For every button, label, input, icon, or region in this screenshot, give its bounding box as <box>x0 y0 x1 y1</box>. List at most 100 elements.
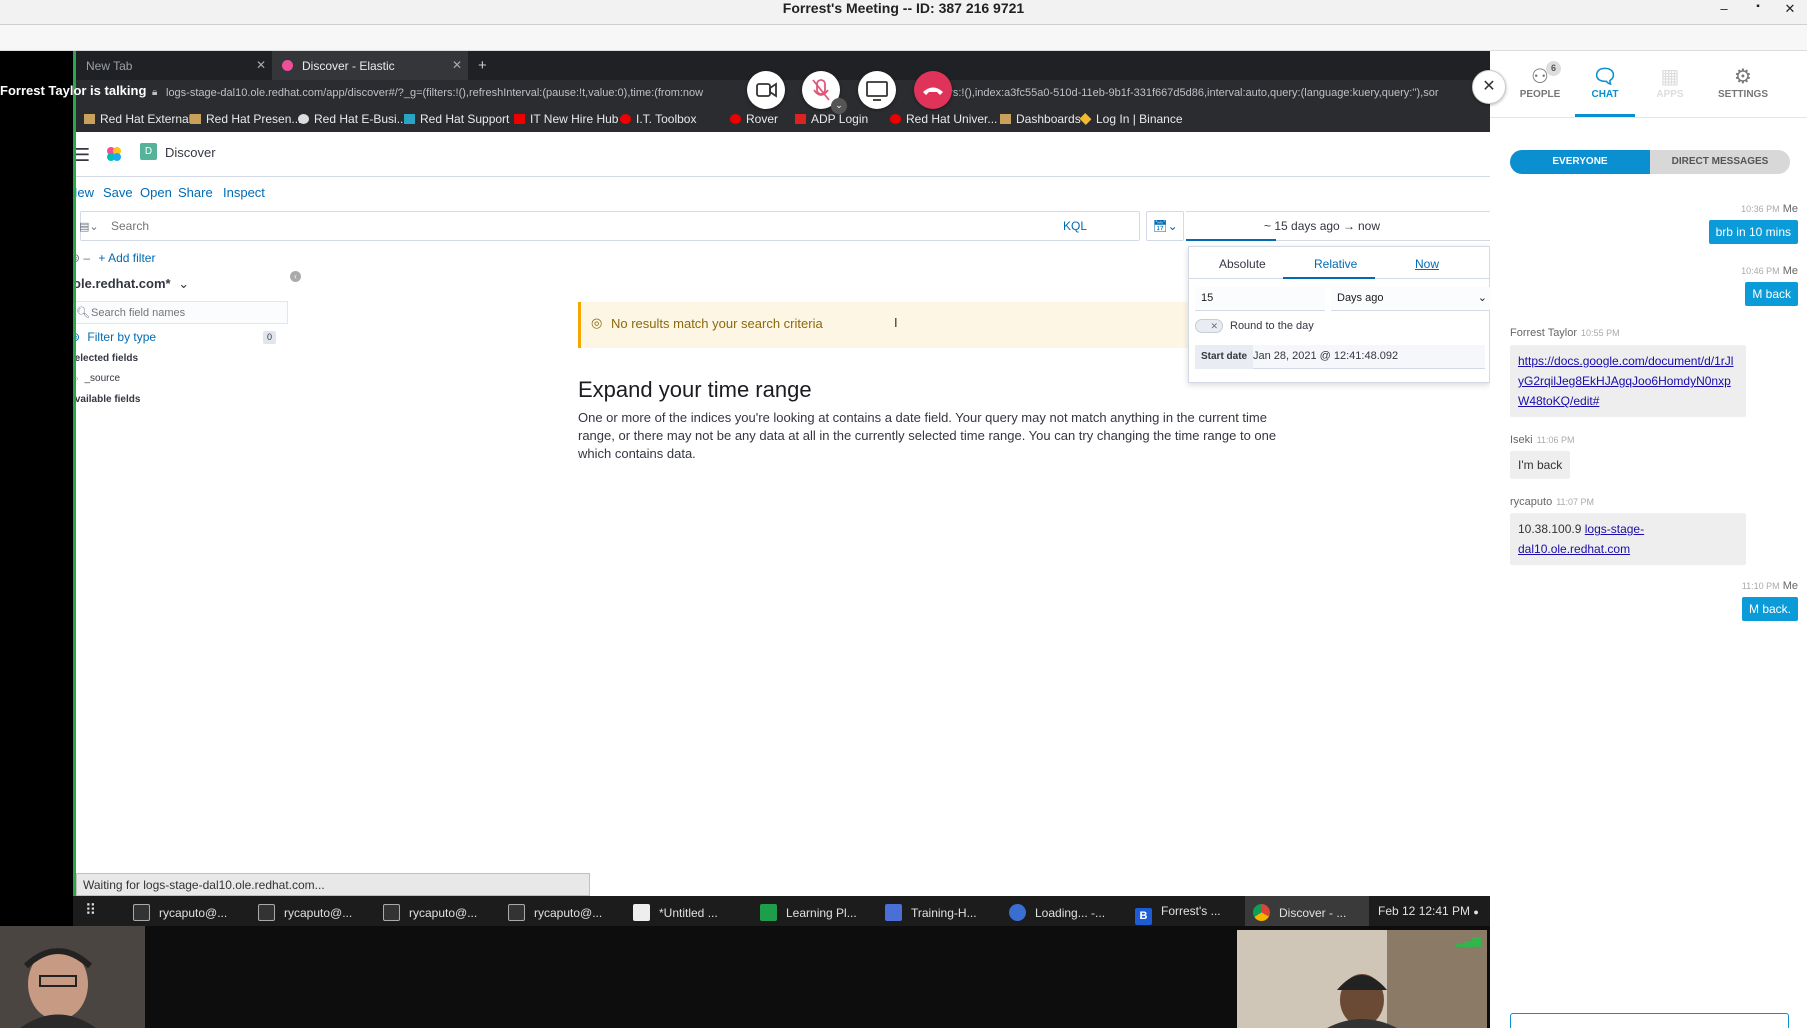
expand-time-body: One or more of the indices you're lookin… <box>578 410 1277 461</box>
menu-save[interactable]: Save <box>103 185 133 200</box>
bookmark-item[interactable]: Red Hat Univer... <box>890 112 997 126</box>
message-sender: Me <box>1782 203 1798 215</box>
query-bar: ▤⌄ KQL <box>79 211 1140 241</box>
close-tab-icon[interactable]: ✕ <box>256 58 266 72</box>
time-end[interactable]: now <box>1358 219 1380 233</box>
taskbar-item[interactable]: Loading... -... <box>1009 896 1105 926</box>
bookmark-label: Red Hat Univer... <box>906 112 998 126</box>
taskbar-item[interactable]: rycaputo@... <box>258 896 352 926</box>
end-call-button[interactable] <box>914 71 952 109</box>
new-tab-button[interactable]: + <box>478 57 487 74</box>
taskbar-item[interactable]: rycaputo@... <box>133 896 227 926</box>
message-sender: Iseki <box>1510 434 1533 446</box>
self-video-tile <box>0 926 145 1028</box>
kql-toggle[interactable]: KQL <box>1063 219 1087 233</box>
taskbar-item[interactable]: Training-H... <box>885 896 977 926</box>
callout-text: No results match your search criteria <box>611 316 823 331</box>
shared-browser-window: New Tab ✕ Discover - Elastic ✕ + 🔒︎ logs-s… <box>76 51 1490 896</box>
relative-unit-select[interactable]: Days ago ⌄ <box>1331 287 1490 311</box>
filter-by-type-button[interactable]: ⊜ Filter by type <box>76 330 156 344</box>
bookmark-label: I.T. Toolbox <box>636 112 697 126</box>
close-window-button[interactable]: ✕ <box>1780 1 1800 17</box>
bookmark-item[interactable]: Rover <box>730 112 778 126</box>
minimize-button[interactable]: – <box>1714 1 1734 16</box>
search-icon: 🔍︎ <box>76 307 90 319</box>
selected-fields-heading: Selected fields <box>76 353 139 364</box>
elastic-logo-icon[interactable] <box>106 146 122 162</box>
space-avatar[interactable]: D <box>140 143 157 160</box>
taskbar-clock[interactable]: Feb 12 12:41 PM ● <box>1378 896 1479 926</box>
close-panel-icon[interactable]: ✕ <box>1472 70 1506 104</box>
taskbar-item[interactable]: rycaputo@... <box>508 896 602 926</box>
field-name: _source <box>84 373 121 384</box>
menu-share[interactable]: Share <box>178 185 213 200</box>
tab-now[interactable]: Now <box>1415 257 1439 271</box>
date-quick-menu-button[interactable]: 📅︎⌄ <box>1146 211 1184 241</box>
nav-people[interactable]: ⚇ 6 PEOPLE <box>1510 61 1570 100</box>
taskbar-item[interactable]: B Forrest's ... <box>1135 896 1221 926</box>
nav-chat[interactable]: 🗨︎ CHAT <box>1575 65 1635 117</box>
bookmark-item[interactable]: ADP Login <box>795 112 868 126</box>
hamburger-menu-icon[interactable]: ☰ <box>76 145 90 166</box>
video-toggle-button[interactable] <box>747 71 785 109</box>
message-meta: 11:10 PM Me <box>1738 580 1798 592</box>
bookmark-item[interactable]: Red Hat Presen... <box>190 112 301 126</box>
bookmark-item[interactable]: I.T. Toolbox <box>620 112 696 126</box>
index-pattern-selector[interactable]: *ole.redhat.com* ⌄ <box>76 276 189 292</box>
taskbar-item[interactable]: *Untitled ... <box>633 896 718 926</box>
message-bubble-mine: M back <box>1745 282 1798 306</box>
terminal-icon <box>258 904 275 921</box>
adp-icon <box>795 114 806 124</box>
filter-icon: ⊜ <box>76 330 80 344</box>
nav-settings[interactable]: ⚙ SETTINGS <box>1713 65 1773 100</box>
bookmark-item[interactable]: Red Hat Support <box>404 112 509 126</box>
start-date-field[interactable]: Start date Jan 28, 2021 @ 12:41:48.092 <box>1195 345 1485 369</box>
tab-discover[interactable]: Discover - Elastic ✕ <box>272 51 468 80</box>
message-link[interactable]: https://docs.google.com/document/d/1rJly… <box>1518 354 1733 408</box>
round-toggle[interactable]: ✕ <box>1195 319 1223 333</box>
tab-new-tab[interactable]: New Tab ✕ <box>76 51 272 80</box>
close-tab-icon[interactable]: ✕ <box>452 58 462 72</box>
message-time: 10:36 PM <box>1741 204 1780 214</box>
search-field-names-input[interactable] <box>91 304 281 322</box>
bookmark-item[interactable]: Red Hat External <box>84 112 191 126</box>
share-screen-button[interactable] <box>858 71 896 109</box>
apps-grid-icon: ▦ <box>1660 66 1680 88</box>
chat-message-input[interactable] <box>1510 1013 1789 1028</box>
top-nav-menu: New Save Open Share Inspect <box>76 177 1490 207</box>
time-start[interactable]: ~ 15 days ago <box>1264 219 1340 233</box>
audio-options-chevron-icon[interactable]: ⌄ <box>831 98 847 114</box>
taskbar-item[interactable]: Learning Pl... <box>760 896 857 926</box>
field-search-box: 🔍︎ <box>76 301 288 324</box>
nav-label: SETTINGS <box>1717 89 1768 100</box>
relative-value-input[interactable]: 15 <box>1195 287 1325 311</box>
remote-video-tile: ▂▄▆ <box>1237 930 1487 1028</box>
saved-query-icon[interactable]: ▤⌄ <box>79 220 99 233</box>
meeting-toolbar-band <box>0 25 1807 51</box>
bookmark-label: Dashboards <box>1016 112 1081 126</box>
taskbar-item[interactable]: rycaputo@... <box>383 896 477 926</box>
round-label: Round to the day <box>1230 320 1314 332</box>
message-meta: Forrest Taylor 10:55 PM <box>1510 327 1620 339</box>
taskbar-item-active[interactable]: Discover - ... <box>1245 896 1369 926</box>
nav-apps[interactable]: ▦ APPS <box>1640 65 1700 100</box>
search-input[interactable] <box>111 215 1011 237</box>
segment-everyone[interactable]: EVERYONE <box>1510 150 1650 174</box>
menu-inspect[interactable]: Inspect <box>223 185 265 200</box>
app-grid-icon[interactable]: ⠿ <box>85 896 96 926</box>
collapse-sidebar-icon[interactable]: ‹ <box>290 271 301 282</box>
tab-relative[interactable]: Relative <box>1314 257 1357 271</box>
bookmark-item[interactable]: Log In | Binance <box>1079 112 1183 126</box>
tab-absolute[interactable]: Absolute <box>1219 257 1266 271</box>
segment-direct-messages[interactable]: DIRECT MESSAGES <box>1650 150 1790 174</box>
time-range-picker: ~ 15 days ago → now <box>1186 211 1490 241</box>
field-source[interactable]: ‹/› _source <box>76 373 120 384</box>
bookmark-item[interactable]: Dashboards <box>1000 112 1081 126</box>
maximize-button[interactable]: ▪ <box>1748 1 1768 12</box>
os-taskbar: ⠿ rycaputo@... rycaputo@... rycaputo@...… <box>73 896 1490 926</box>
menu-new[interactable]: New <box>76 185 94 200</box>
menu-open[interactable]: Open <box>140 185 172 200</box>
time-arrow: → <box>1343 219 1355 233</box>
bookmark-item[interactable]: Red Hat E-Busi... <box>298 112 407 126</box>
bookmark-item[interactable]: IT New Hire Hub <box>514 112 618 126</box>
